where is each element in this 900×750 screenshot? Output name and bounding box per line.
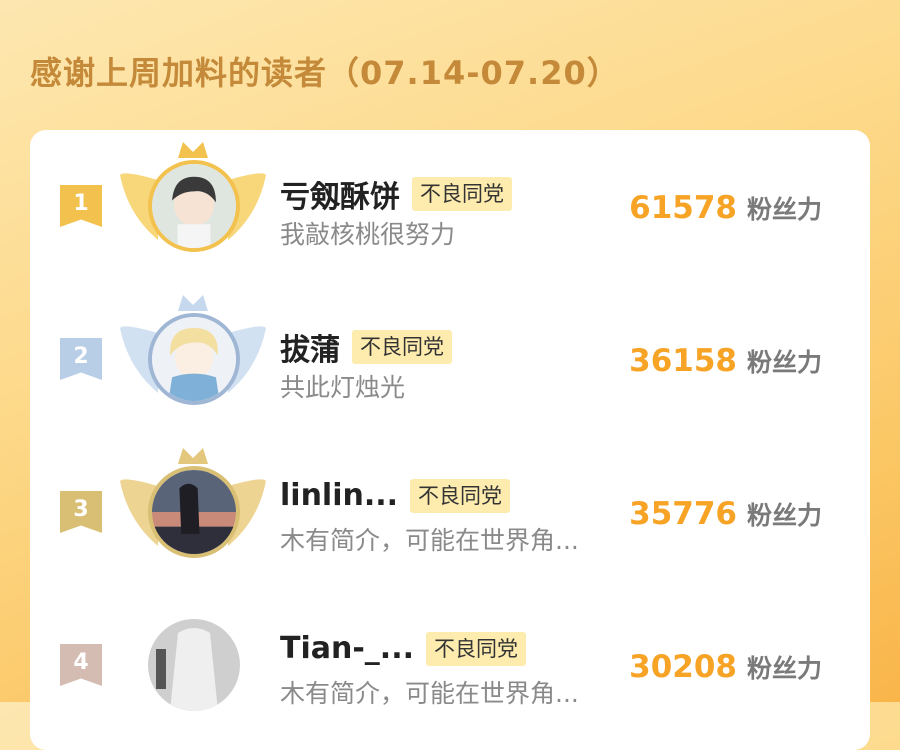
fan-power-unit: 粉丝力 xyxy=(746,501,822,530)
user-bio: 木有简介，可能在世界角... xyxy=(280,526,579,555)
user-bio: 我敲核桃很努力 xyxy=(280,220,456,249)
rank-badge: 4 xyxy=(60,644,102,686)
group-tag: 不良同党 xyxy=(426,631,526,666)
avatar[interactable] xyxy=(148,160,240,252)
group-tag: 不良同党 xyxy=(352,330,452,364)
fan-power-unit: 粉丝力 xyxy=(746,654,822,683)
fan-power-score: 35776 xyxy=(629,496,737,532)
user-bio: 共此灯烛光 xyxy=(280,373,406,402)
ranking-row-4[interactable]: 4 Tian-_... 不良同党 木有简介，可能在世界角... 30208 粉丝… xyxy=(30,589,870,729)
user-name[interactable]: 亏剱酥饼 xyxy=(280,172,400,216)
ranking-card: 1 亏剱酥饼 不良同党 我敲核桃很努力 61578 粉丝力 2 拔蒲 不良同党 … xyxy=(30,130,870,750)
rank-badge: 1 xyxy=(60,185,102,227)
ranking-row-1[interactable]: 1 亏剱酥饼 不良同党 我敲核桃很努力 61578 粉丝力 xyxy=(30,130,870,270)
group-tag: 不良同党 xyxy=(412,177,512,211)
fan-power-score: 61578 xyxy=(629,190,737,226)
user-bio: 木有简介，可能在世界角... xyxy=(280,679,579,708)
fan-power-unit: 粉丝力 xyxy=(746,348,822,377)
avatar[interactable] xyxy=(148,313,240,405)
rank-badge: 3 xyxy=(60,491,102,533)
rank-badge: 2 xyxy=(60,338,102,380)
fan-power-score: 30208 xyxy=(629,649,737,685)
group-tag: 不良同党 xyxy=(410,478,511,513)
fan-power-score: 36158 xyxy=(629,343,737,379)
avatar[interactable] xyxy=(148,466,240,558)
user-name[interactable]: linlin... xyxy=(280,478,398,513)
page-title: 感谢上周加料的读者（07.14-07.20） xyxy=(30,54,620,92)
ranking-row-3[interactable]: 3 linlin... 不良同党 木有简介，可能在世界角... 35776 粉丝… xyxy=(30,436,870,576)
fan-power-unit: 粉丝力 xyxy=(746,195,822,224)
avatar[interactable] xyxy=(148,619,240,711)
user-name[interactable]: Tian-_... xyxy=(280,631,414,666)
user-name[interactable]: 拔蒲 xyxy=(280,325,340,369)
ranking-row-2[interactable]: 2 拔蒲 不良同党 共此灯烛光 36158 粉丝力 xyxy=(30,283,870,423)
